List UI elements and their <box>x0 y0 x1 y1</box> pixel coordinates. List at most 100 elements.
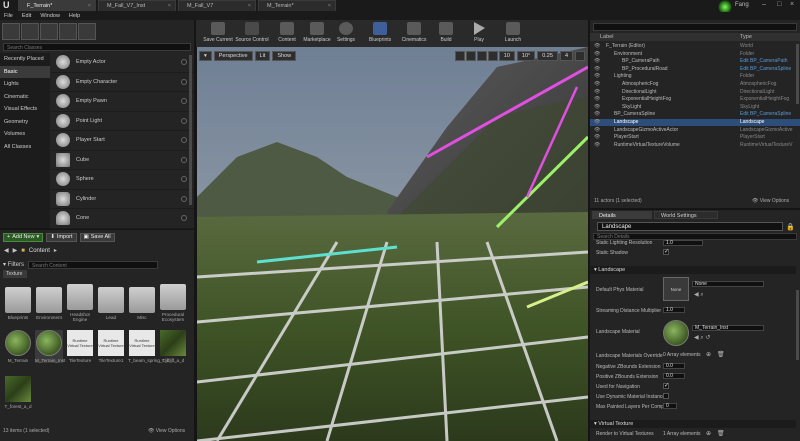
phys-material-dropdown[interactable]: None <box>692 281 764 287</box>
save-current-button[interactable]: Save Current <box>199 22 237 43</box>
menu-file[interactable]: File <box>4 13 13 19</box>
section-landscape[interactable]: ▾ Landscape <box>590 266 796 274</box>
category-all-classes[interactable]: All Classes <box>0 141 50 154</box>
visibility-eye-icon[interactable]: 👁 <box>594 51 600 57</box>
add-element-icon[interactable]: ⊕ <box>706 430 711 437</box>
asset-item[interactable]: Runtime Virtual Texture T_beam_spring_cli… <box>128 330 176 363</box>
column-label[interactable]: Label <box>600 34 613 40</box>
actor-item-sphere[interactable]: Sphere <box>51 170 194 190</box>
close-window-icon[interactable]: × <box>790 1 794 8</box>
outliner-row[interactable]: 👁 ExponentialHeightFog ExponentialHeightFo… <box>590 96 800 103</box>
folder-item[interactable]: Headshot Engine <box>66 284 94 322</box>
visibility-eye-icon[interactable]: 👁 <box>594 96 600 102</box>
scale-icon[interactable] <box>476 50 487 61</box>
texture-filter-tag[interactable]: Texture <box>3 270 27 278</box>
asset-item[interactable]: T_forest_a_d <box>4 376 32 409</box>
back-icon[interactable]: ◀ <box>4 247 9 254</box>
outliner-row[interactable]: 👁 BP_CameraPath Edit BP_CameraPath <box>590 58 800 65</box>
help-icon[interactable] <box>181 195 187 202</box>
add-element-icon[interactable]: ⊕ <box>706 351 711 358</box>
add-new-button[interactable]: + Add New ▾ <box>3 232 44 242</box>
rotate-icon[interactable] <box>465 50 476 61</box>
menu-window[interactable]: Window <box>40 13 60 19</box>
help-icon[interactable] <box>181 176 187 183</box>
import-button[interactable]: ⬇ Import <box>46 232 77 242</box>
rotation-snap-button[interactable]: 10° <box>516 50 536 61</box>
actor-name-field[interactable]: Landscape <box>597 222 783 231</box>
streaming-distance-field[interactable]: 1.0 <box>663 307 685 313</box>
asset-item[interactable]: Runtime Virtual Texture TileTexture <box>66 330 94 363</box>
category-volumes[interactable]: Volumes <box>0 128 50 141</box>
asset-item-selected[interactable]: M_Terrain_Inst <box>35 330 65 363</box>
delete-icon[interactable]: 🗑 <box>717 351 725 358</box>
help-icon[interactable] <box>181 117 187 124</box>
minimize-icon[interactable]: – <box>762 1 766 8</box>
category-lights[interactable]: Lights <box>0 78 50 91</box>
outliner-row[interactable]: 👁 Lighting Folder <box>590 73 800 80</box>
static-shadow-checkbox[interactable] <box>663 248 669 255</box>
actor-list-scrollbar[interactable] <box>189 55 192 205</box>
positive-zbounds-field[interactable]: 0.0 <box>663 373 685 379</box>
static-lighting-resolution-field[interactable]: 1.0 <box>663 240 703 246</box>
visibility-eye-icon[interactable]: 👁 <box>594 81 600 87</box>
search-details-input[interactable]: Search Details <box>593 233 797 240</box>
show-button[interactable]: Show <box>272 50 297 61</box>
search-content-input[interactable]: Search Content <box>28 260 159 269</box>
outliner-search-input[interactable] <box>593 23 797 31</box>
actor-item-empty-actor[interactable]: Empty Actor <box>51 53 194 73</box>
close-icon[interactable]: × <box>88 3 91 9</box>
lit-button[interactable]: Lit <box>254 50 271 61</box>
category-recently-placed[interactable]: Recently Placed <box>0 53 50 66</box>
grid-snap-button[interactable]: 10 <box>498 50 515 61</box>
maximize-viewport-icon[interactable] <box>575 50 585 61</box>
path-content[interactable]: Content <box>29 248 50 254</box>
outliner-scrollbar[interactable] <box>796 44 799 104</box>
translate-icon[interactable] <box>454 50 465 61</box>
visibility-eye-icon[interactable]: 👁 <box>594 111 600 117</box>
details-scrollbar[interactable] <box>796 290 799 360</box>
blueprints-button[interactable]: Blueprints <box>361 22 399 43</box>
actor-item-empty-character[interactable]: Empty Character <box>51 73 194 92</box>
doc-tab-fall-inst[interactable]: M_Fall_V7_Inst × <box>98 0 176 11</box>
doc-tab-terrain-mat[interactable]: M_Terrain* × <box>258 0 336 11</box>
launch-button[interactable]: Launch <box>494 22 532 43</box>
viewport-options-button[interactable]: ▾ <box>199 50 212 61</box>
category-basic[interactable]: Basic <box>0 65 50 78</box>
level-viewport[interactable] <box>197 47 588 441</box>
camera-speed-button[interactable]: 4 <box>559 50 573 61</box>
geometry-mode-icon[interactable] <box>78 23 96 40</box>
maximize-icon[interactable]: □ <box>777 1 781 8</box>
outliner-row[interactable]: 👁 PlayerStart PlayerStart <box>590 134 800 141</box>
outliner-row[interactable]: 👁 F_Terrain (Editor) World <box>590 43 800 50</box>
folder-item[interactable]: Environment <box>35 286 63 320</box>
negative-zbounds-field[interactable]: 0.0 <box>663 363 685 369</box>
folder-item[interactable]: Blueprints <box>4 286 32 320</box>
visibility-eye-icon[interactable]: 👁 <box>594 66 600 72</box>
visibility-eye-icon[interactable]: 👁 <box>594 104 600 110</box>
menu-edit[interactable]: Edit <box>22 13 31 19</box>
unreal-logo-icon[interactable]: U <box>3 0 13 11</box>
place-mode-icon[interactable] <box>2 23 20 40</box>
delete-icon[interactable]: 🗑 <box>717 430 725 437</box>
use-selected-icon[interactable]: ◀ ⌕ ↺ <box>694 334 710 342</box>
settings-button[interactable]: Settings <box>327 22 365 43</box>
help-icon[interactable] <box>181 215 187 222</box>
paint-mode-icon[interactable] <box>21 23 39 40</box>
section-virtual-texture[interactable]: ▾ Virtual Texture <box>590 420 796 428</box>
source-control-button[interactable]: Source Control <box>233 22 271 43</box>
folder-item[interactable]: Procedural Ecosystem <box>159 284 187 322</box>
actor-item-cube[interactable]: Cube <box>51 151 194 170</box>
outliner-row[interactable]: 👁 DirectionalLight DirectionalLight <box>590 89 800 96</box>
menu-help[interactable]: Help <box>69 13 80 19</box>
forward-icon[interactable]: ▶ <box>13 247 18 254</box>
column-type[interactable]: Type <box>740 34 752 40</box>
outliner-row[interactable]: 👁 RuntimeVirtualTextureVolume RuntimeVirtu… <box>590 142 800 149</box>
visibility-eye-icon[interactable]: 👁 <box>594 58 600 64</box>
outliner-row[interactable]: 👁 SkyLight SkyLight <box>590 104 800 111</box>
actor-item-cylinder[interactable]: Cylinder <box>51 190 194 209</box>
close-icon[interactable]: × <box>248 3 251 9</box>
visibility-eye-icon[interactable]: 👁 <box>594 73 600 79</box>
outliner-row[interactable]: 👁 BP_CameraSpline Edit BP_CameraSpline <box>590 111 800 118</box>
close-icon[interactable]: × <box>328 3 331 9</box>
dynamic-material-checkbox[interactable] <box>663 393 669 399</box>
